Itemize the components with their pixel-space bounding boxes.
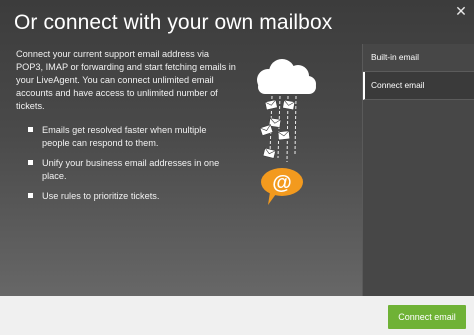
connect-mailbox-dialog: Or connect with your own mailbox ✕ Conne… bbox=[0, 0, 474, 335]
bullet-icon bbox=[28, 193, 33, 198]
list-item: Emails get resolved faster when multiple… bbox=[28, 124, 228, 150]
sidebar-item-connect-email[interactable]: Connect email bbox=[363, 72, 474, 100]
at-symbol: @ bbox=[272, 172, 292, 194]
sidebar-item-built-in-email[interactable]: Built-in email bbox=[363, 44, 474, 72]
dialog-footer: Connect email bbox=[0, 296, 474, 335]
benefit-text: Use rules to prioritize tickets. bbox=[42, 191, 160, 201]
bullet-icon bbox=[28, 160, 33, 165]
close-icon[interactable]: ✕ bbox=[454, 4, 468, 18]
dialog-title: Or connect with your own mailbox bbox=[14, 11, 333, 34]
benefits-list: Emails get resolved faster when multiple… bbox=[28, 124, 228, 210]
list-item: Unify your business email addresses in o… bbox=[28, 157, 228, 183]
cloud-emails-at-icon: @ bbox=[248, 58, 328, 208]
list-item: Use rules to prioritize tickets. bbox=[28, 190, 228, 203]
benefit-text: Emails get resolved faster when multiple… bbox=[42, 125, 207, 148]
email-type-sidebar: Built-in email Connect email bbox=[362, 44, 474, 296]
benefit-text: Unify your business email addresses in o… bbox=[42, 158, 220, 181]
connect-email-button[interactable]: Connect email bbox=[388, 305, 466, 329]
bullet-icon bbox=[28, 127, 33, 132]
intro-text: Connect your current support email addre… bbox=[16, 49, 236, 111]
